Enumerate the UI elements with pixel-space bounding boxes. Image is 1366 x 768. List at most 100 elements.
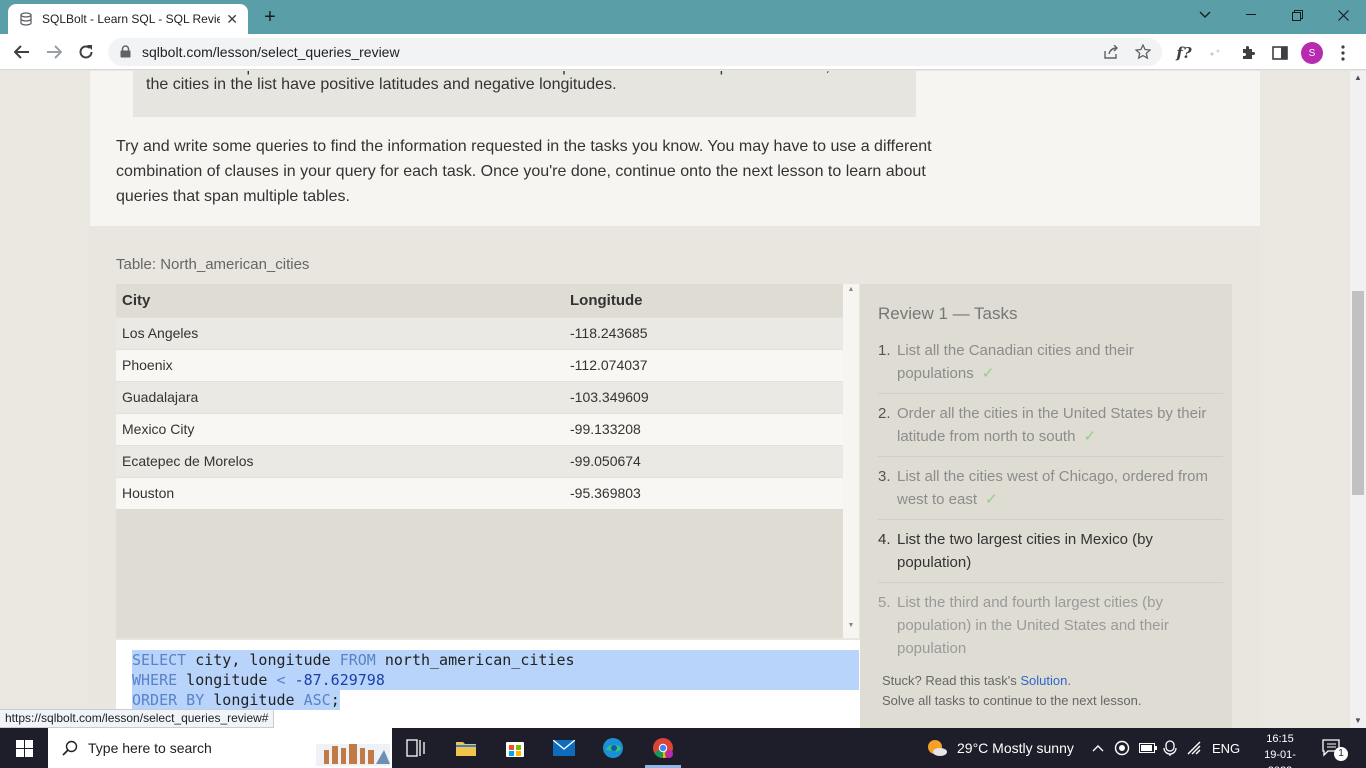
taskbar-search[interactable]: Type here to search (48, 728, 392, 768)
microsoft-store-icon[interactable] (501, 734, 529, 762)
solution-link[interactable]: Solution (1020, 673, 1067, 688)
stuck-hint: Stuck? Read this task's Solution. Solve … (882, 671, 1141, 711)
task-item-1[interactable]: 1. List all the Canadian cities and thei… (878, 339, 1223, 394)
extensions-puzzle-icon[interactable] (1237, 42, 1259, 64)
table-scrollbar[interactable]: ▲ ▼ (843, 284, 859, 638)
lesson-note: eastern hemisphere. Since North America … (133, 71, 916, 117)
task-view-icon[interactable] (402, 734, 430, 762)
tray-chevron-icon[interactable] (1092, 728, 1104, 768)
start-button[interactable] (0, 728, 48, 768)
browser-tab[interactable]: SQLBolt - Learn SQL - SQL Review ✕ (8, 4, 248, 34)
profile-avatar[interactable]: S (1301, 42, 1323, 64)
bookmark-star-icon[interactable] (1134, 43, 1152, 61)
database-icon (18, 11, 34, 27)
weather-sun-icon (928, 740, 947, 756)
lock-icon (120, 45, 132, 59)
side-panel-icon[interactable] (1269, 42, 1291, 64)
search-icon (62, 740, 78, 756)
address-bar[interactable]: sqlbolt.com/lesson/select_queries_review (108, 38, 1162, 66)
extension-dots-icon[interactable] (1205, 42, 1227, 64)
cell-longitude: -112.074037 (564, 348, 843, 381)
tasks-heading: Review 1 — Tasks (878, 304, 1018, 323)
new-tab-button[interactable]: + (258, 6, 282, 30)
note-line-2: the cities in the list have positive lat… (146, 76, 617, 93)
table-caption: Table: North_american_cities (116, 256, 310, 273)
checkmark-icon: ✓ (1083, 428, 1097, 445)
tab-title: SQLBolt - Learn SQL - SQL Review (42, 12, 221, 26)
task-text: List all the cities west of Chicago, ord… (897, 468, 1208, 508)
tab-search-icon[interactable] (1182, 0, 1228, 30)
windows-taskbar: Type here to search 29°C Mostly sunny EN… (0, 728, 1366, 768)
back-icon[interactable] (10, 40, 34, 64)
task-item-2[interactable]: 2. Order all the cities in the United St… (878, 402, 1223, 457)
tab-strip: SQLBolt - Learn SQL - SQL Review ✕ + (0, 0, 1366, 34)
cell-longitude: -99.050674 (564, 444, 843, 477)
sql-query-code[interactable]: SELECT city, longitude FROM north_americ… (132, 650, 859, 710)
table-row: Mexico City -99.133208 (116, 412, 843, 445)
task-item-4[interactable]: 4. List the two largest cities in Mexico… (878, 528, 1223, 583)
task-text: List all the Canadian cities and their p… (897, 342, 1134, 382)
table-row: Guadalajara -103.349609 (116, 380, 843, 413)
tab-close-icon[interactable]: ✕ (226, 11, 238, 28)
search-highlight-image (316, 734, 390, 768)
page-scrollbar[interactable]: ▲ ▼ (1350, 71, 1366, 728)
search-placeholder: Type here to search (88, 740, 212, 756)
query-line-2: WHERE longitude < -87.629798 (132, 670, 859, 690)
wifi-icon[interactable] (1187, 728, 1205, 768)
query-line-1: SELECT city, longitude FROM north_americ… (132, 650, 859, 670)
task-item-3[interactable]: 3. List all the cities west of Chicago, … (878, 465, 1223, 520)
cell-longitude: -118.243685 (564, 316, 843, 349)
checkmark-icon: ✓ (985, 491, 998, 508)
battery-icon[interactable] (1139, 728, 1157, 768)
system-clock[interactable]: 16:15 19-01-2023 (1252, 731, 1308, 768)
weather-widget[interactable]: 29°C Mostly sunny (926, 728, 1074, 768)
meet-now-icon[interactable] (1163, 728, 1177, 768)
mail-icon[interactable] (550, 734, 578, 762)
reload-icon[interactable] (74, 40, 98, 64)
windows-logo-icon (15, 739, 33, 757)
scrollbar-thumb[interactable] (1352, 291, 1364, 495)
task-list: 1. List all the Canadian cities and thei… (878, 339, 1223, 676)
page-viewport: eastern hemisphere. Since North America … (0, 71, 1350, 728)
tasks-panel: Review 1 — Tasks 1. List all the Canadia… (860, 284, 1232, 728)
cell-longitude: -95.369803 (564, 476, 843, 509)
record-icon[interactable] (1114, 728, 1130, 768)
chrome-browser-icon[interactable] (649, 734, 677, 762)
table-row: Los Angeles -118.243685 (116, 316, 843, 349)
cell-city: Phoenix (116, 348, 564, 381)
menu-kebab-icon[interactable] (1332, 42, 1354, 64)
scroll-down-icon[interactable]: ▼ (1350, 714, 1366, 728)
close-window-icon[interactable] (1320, 0, 1366, 30)
task-text: Order all the cities in the United State… (897, 405, 1207, 445)
stuck-line-2: Solve all tasks to continue to the next … (882, 693, 1142, 708)
scroll-down-icon[interactable]: ▼ (843, 622, 859, 629)
column-header-longitude: Longitude (564, 284, 843, 317)
cell-city: Houston (116, 476, 564, 509)
table-row: Houston -95.369803 (116, 476, 843, 509)
lesson-intro: Try and write some queries to find the i… (116, 138, 932, 205)
column-header-city: City (116, 284, 564, 317)
file-explorer-icon[interactable] (452, 734, 480, 762)
share-icon[interactable] (1102, 43, 1120, 61)
exercise-panel: Table: North_american_cities City Longit… (90, 226, 1260, 728)
checkmark-icon: ✓ (981, 365, 995, 382)
cell-longitude: -99.133208 (564, 412, 843, 445)
cell-longitude: -103.349609 (564, 380, 843, 413)
scroll-up-icon[interactable]: ▲ (843, 286, 859, 293)
minimize-icon[interactable] (1228, 0, 1274, 30)
extension-fx-icon[interactable]: f? (1173, 42, 1195, 64)
lesson-content: eastern hemisphere. Since North America … (90, 71, 1260, 728)
scroll-up-icon[interactable]: ▲ (1350, 71, 1366, 85)
task-item-5[interactable]: 5. List the third and fourth largest cit… (878, 591, 1223, 668)
restore-icon[interactable] (1274, 0, 1320, 30)
notification-badge: 1 (1334, 747, 1348, 761)
notification-center[interactable]: 1 (1322, 728, 1356, 768)
edge-browser-icon[interactable] (599, 734, 627, 762)
result-table[interactable]: City Longitude Los Angeles -118.243685 P… (116, 284, 843, 638)
table-row: Ecatepec de Morelos -99.050674 (116, 444, 843, 477)
forward-icon[interactable] (42, 40, 66, 64)
language-indicator[interactable]: ENG (1212, 728, 1240, 768)
status-bar-url: https://sqlbolt.com/lesson/select_querie… (0, 709, 275, 728)
url-text: sqlbolt.com/lesson/select_queries_review (142, 44, 400, 60)
cell-city: Guadalajara (116, 380, 564, 413)
